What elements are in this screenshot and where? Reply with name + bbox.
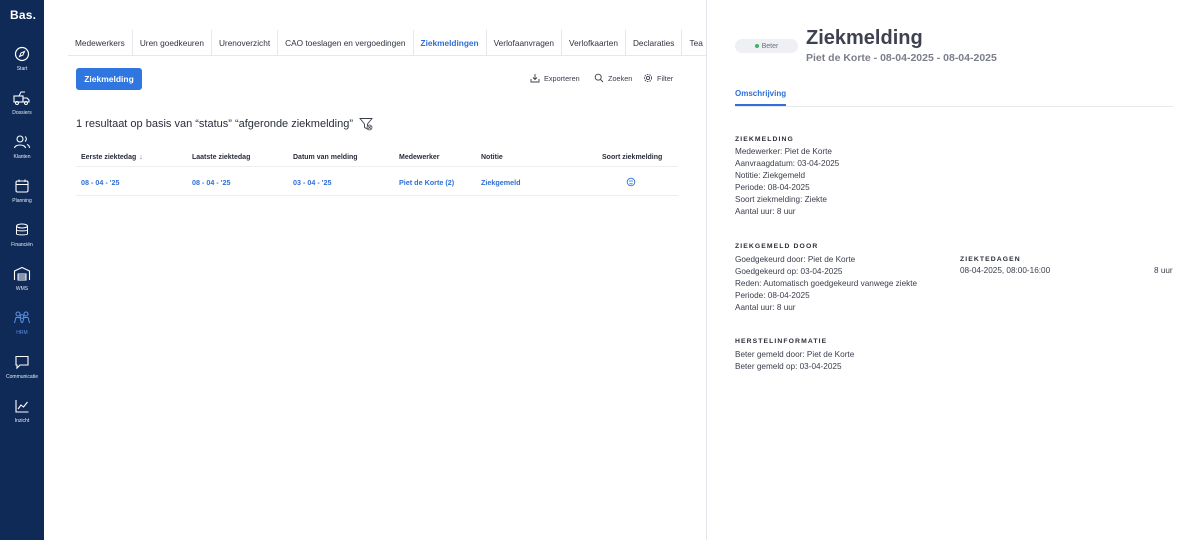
- sidebar-item-label: Communicatie: [6, 374, 38, 380]
- cell-first-day[interactable]: 08 - 04 - '25: [81, 178, 119, 187]
- warehouse-icon: [13, 266, 31, 281]
- detail-panel: Beter Ziekmelding Piet de Korte - 08-04-…: [706, 0, 1200, 540]
- section-heading-herstel: HERSTELINFORMATIE: [735, 338, 828, 345]
- tab-bar: Medewerkers Uren goedkeuren Urenoverzicht C…: [68, 30, 706, 56]
- tab-declaraties[interactable]: Declaraties: [626, 30, 683, 55]
- export-label: Exporteren: [544, 73, 580, 83]
- sidebar-item-inzicht[interactable]: Inzicht: [0, 398, 44, 438]
- face-icon: [626, 177, 636, 187]
- sidebar: Bas. Start Dossiers Klanten Planning Fin…: [0, 0, 44, 540]
- detail-line: Goedgekeurd door: Piet de Korte: [735, 255, 856, 264]
- filter-label: Filter: [657, 73, 674, 83]
- detail-title: Ziekmelding: [806, 27, 923, 49]
- new-ziekmelding-button[interactable]: Ziekmelding: [76, 68, 142, 90]
- section-heading-ziekmelding: ZIEKMELDING: [735, 136, 794, 143]
- clear-filter-icon[interactable]: [359, 117, 373, 131]
- result-summary: 1 resultaat op basis van “status” “afger…: [76, 117, 373, 131]
- status-label: Beter: [761, 42, 779, 50]
- detail-line: Reden: Automatisch goedgekeurd vanwege z…: [735, 279, 918, 288]
- sidebar-item-hrm[interactable]: HRM: [0, 310, 44, 350]
- ziektedagen-range: 08-04-2025, 08:00-16:00: [960, 266, 1051, 275]
- tab-cao-toeslagen[interactable]: CAO toeslagen en vergoedingen: [278, 30, 414, 55]
- col-header-last-day[interactable]: Laatste ziektedag: [192, 154, 250, 161]
- detail-line: Aantal uur: 8 uur: [735, 207, 796, 216]
- detail-line: Aanvraagdatum: 03-04-2025: [735, 159, 840, 168]
- export-button[interactable]: Exporteren: [530, 73, 580, 83]
- chart-icon: [15, 400, 29, 413]
- sidebar-item-financien[interactable]: Financiën: [0, 222, 44, 262]
- tab-verlofaanvragen[interactable]: Verlofaanvragen: [487, 30, 563, 55]
- tab-verlofkaarten[interactable]: Verlofkaarten: [562, 30, 626, 55]
- search-icon: [594, 73, 604, 83]
- sidebar-item-label: Financiën: [11, 242, 33, 248]
- result-text: 1 resultaat op basis van “status” “afger…: [76, 118, 353, 130]
- main-content: Medewerkers Uren goedkeuren Urenoverzicht C…: [44, 0, 706, 540]
- sidebar-item-wms[interactable]: WMS: [0, 266, 44, 306]
- tab-urenoverzicht[interactable]: Urenoverzicht: [212, 30, 279, 55]
- status-badge: Beter: [735, 39, 798, 53]
- col-header-first-day[interactable]: Eerste ziektedag ↓: [81, 154, 143, 161]
- calendar-icon: [15, 179, 29, 193]
- detail-tab-bar: Omschrijving: [735, 89, 1173, 107]
- detail-line: Beter gemeld door: Piet de Korte: [735, 350, 855, 359]
- gear-icon: [643, 73, 653, 83]
- section-heading-ziektedagen: ZIEKTEDAGEN: [960, 256, 1021, 263]
- ziektedagen-hours: 8 uur: [1154, 266, 1173, 275]
- detail-line: Notitie: Ziekgemeld: [735, 171, 806, 180]
- users-icon: [13, 135, 30, 149]
- col-header-reported[interactable]: Datum van melding: [293, 154, 358, 161]
- table-row[interactable]: 08 - 04 - '25 08 - 04 - '25 03 - 04 - '2…: [76, 167, 678, 196]
- col-header-type[interactable]: Soort ziekmelding: [602, 154, 662, 161]
- filter-button[interactable]: Filter: [643, 73, 673, 83]
- table-header-row: Eerste ziektedag ↓ Laatste ziektedag Datu…: [76, 147, 678, 167]
- cell-employee[interactable]: Piet de Korte (2): [399, 178, 454, 187]
- sidebar-item-label: Planning: [12, 198, 32, 204]
- cell-last-day[interactable]: 08 - 04 - '25: [192, 178, 230, 187]
- truck-icon: [13, 91, 30, 105]
- team-icon: [14, 311, 30, 324]
- sidebar-item-label: Inzicht: [14, 418, 30, 424]
- detail-line: Medewerker: Piet de Korte: [735, 147, 832, 156]
- detail-line: Beter gemeld op: 03-04-2025: [735, 362, 842, 371]
- sidebar-item-start[interactable]: Start: [0, 46, 44, 86]
- sidebar-item-label: Klanten: [13, 154, 31, 160]
- sidebar-item-dossiers[interactable]: Dossiers: [0, 90, 44, 130]
- search-label: Zoeken: [608, 73, 633, 83]
- section-heading-ziekgemeld-door: ZIEKGEMELD DOOR: [735, 243, 819, 250]
- compass-icon: [14, 46, 30, 62]
- sidebar-item-communicatie[interactable]: Communicatie: [0, 354, 44, 394]
- app-logo[interactable]: Bas.: [10, 8, 36, 22]
- sidebar-item-label: Start: [16, 66, 28, 72]
- cell-reported[interactable]: 03 - 04 - '25: [293, 178, 331, 187]
- detail-line: Soort ziekmelding: Ziekte: [735, 195, 827, 204]
- col-header-employee[interactable]: Medewerker: [399, 154, 439, 161]
- tab-medewerkers[interactable]: Medewerkers: [68, 30, 133, 55]
- detail-line: Aantal uur: 8 uur: [735, 303, 796, 312]
- sidebar-item-label: Dossiers: [12, 110, 32, 116]
- detail-line: Periode: 08-04-2025: [735, 183, 810, 192]
- sidebar-item-label: HRM: [16, 330, 28, 336]
- tab-omschrijving[interactable]: Omschrijving: [735, 89, 787, 106]
- tab-ziekmeldingen[interactable]: Ziekmeldingen: [414, 30, 487, 55]
- tab-uren-goedkeuren[interactable]: Uren goedkeuren: [133, 30, 212, 55]
- detail-line: Periode: 08-04-2025: [735, 291, 810, 300]
- coins-icon: [15, 223, 29, 236]
- chat-icon: [15, 355, 29, 370]
- cell-note[interactable]: Ziekgemeld: [481, 178, 521, 187]
- detail-line: Goedgekeurd op: 03-04-2025: [735, 267, 843, 276]
- export-icon: [530, 74, 540, 83]
- tab-teams[interactable]: Tea: [682, 30, 706, 55]
- col-header-label: Eerste ziektedag: [81, 154, 137, 161]
- sidebar-item-klanten[interactable]: Klanten: [0, 134, 44, 174]
- detail-subtitle: Piet de Korte - 08-04-2025 - 08-04-2025: [806, 52, 997, 64]
- status-dot: [754, 44, 759, 48]
- col-header-note[interactable]: Notitie: [481, 154, 503, 161]
- sort-down-icon: ↓: [139, 154, 143, 161]
- search-button[interactable]: Zoeken: [594, 73, 632, 83]
- sidebar-item-planning[interactable]: Planning: [0, 178, 44, 218]
- sidebar-item-label: WMS: [15, 286, 29, 292]
